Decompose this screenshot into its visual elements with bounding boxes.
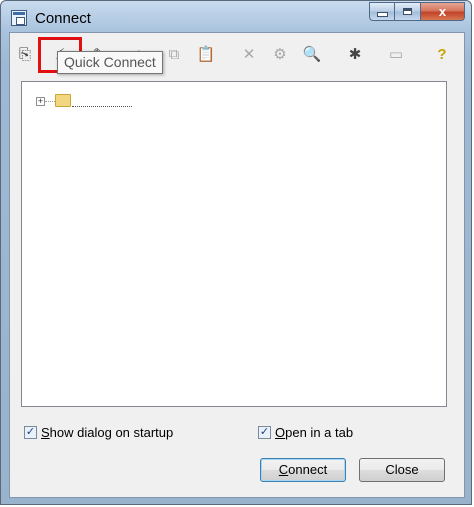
label-rest: how dialog on startup [49, 425, 174, 440]
show-dialog-label: Show dialog on startup [41, 425, 173, 440]
maximize-button[interactable] [395, 2, 421, 21]
label-rest: onnect [288, 462, 328, 477]
open-in-tab-checkbox[interactable]: ✓ Open in a tab [258, 425, 353, 440]
sessions-folder-label[interactable] [72, 92, 132, 107]
expand-icon[interactable]: + [36, 97, 45, 106]
close-icon: x [438, 4, 447, 19]
quick-connect-tooltip: Quick Connect [57, 51, 163, 74]
help-icon[interactable]: ? [430, 42, 454, 66]
accel-key: O [275, 425, 286, 440]
accel-key: S [41, 425, 50, 440]
delete-icon[interactable]: ✕ [237, 42, 261, 66]
session-tree[interactable]: + [21, 81, 447, 407]
dialog-client-area: ⎘ ⚡ ✎ ✂ ⧉ 📋 ✕ ⚙ 🔍 ✱ ▭ ? + ✓ Show dialog … [9, 32, 465, 498]
tree-connector [45, 101, 55, 102]
find-icon[interactable]: 🔍 [300, 42, 324, 66]
title-bar[interactable]: Connect x [1, 1, 471, 31]
paste-icon[interactable]: 📋 [194, 42, 218, 66]
maximize-icon [403, 8, 412, 15]
folder-icon [55, 94, 71, 107]
window-title: Connect [35, 10, 91, 27]
app-window-icon [11, 10, 27, 26]
copy-icon[interactable]: ⧉ [162, 42, 186, 66]
accel-key: C [278, 462, 289, 477]
session-options-icon[interactable]: ⚙ [268, 42, 292, 66]
checkbox-checked-icon: ✓ [258, 426, 271, 439]
minimize-button[interactable] [369, 2, 395, 21]
show-dialog-on-startup-checkbox[interactable]: ✓ Show dialog on startup [24, 425, 173, 440]
desktop-shortcut-icon[interactable]: ▭ [384, 42, 408, 66]
new-session-icon[interactable]: ⎘ [13, 42, 37, 66]
caption-buttons: x [369, 2, 465, 23]
new-folder-icon[interactable]: ✱ [343, 42, 367, 66]
minimize-icon [376, 12, 388, 17]
connect-button[interactable]: Connect [260, 458, 346, 482]
close-window-button[interactable]: x [421, 2, 465, 21]
close-button[interactable]: Close [359, 458, 445, 482]
open-in-tab-label: Open in a tab [275, 425, 353, 440]
label-rest: pen in a tab [285, 425, 354, 440]
checkbox-checked-icon: ✓ [24, 426, 37, 439]
options-row: ✓ Show dialog on startup ✓ Open in a tab [24, 425, 464, 445]
connect-window: Connect x ⎘ ⚡ ✎ ✂ ⧉ 📋 ✕ ⚙ 🔍 ✱ ▭ ? + [0, 0, 472, 505]
